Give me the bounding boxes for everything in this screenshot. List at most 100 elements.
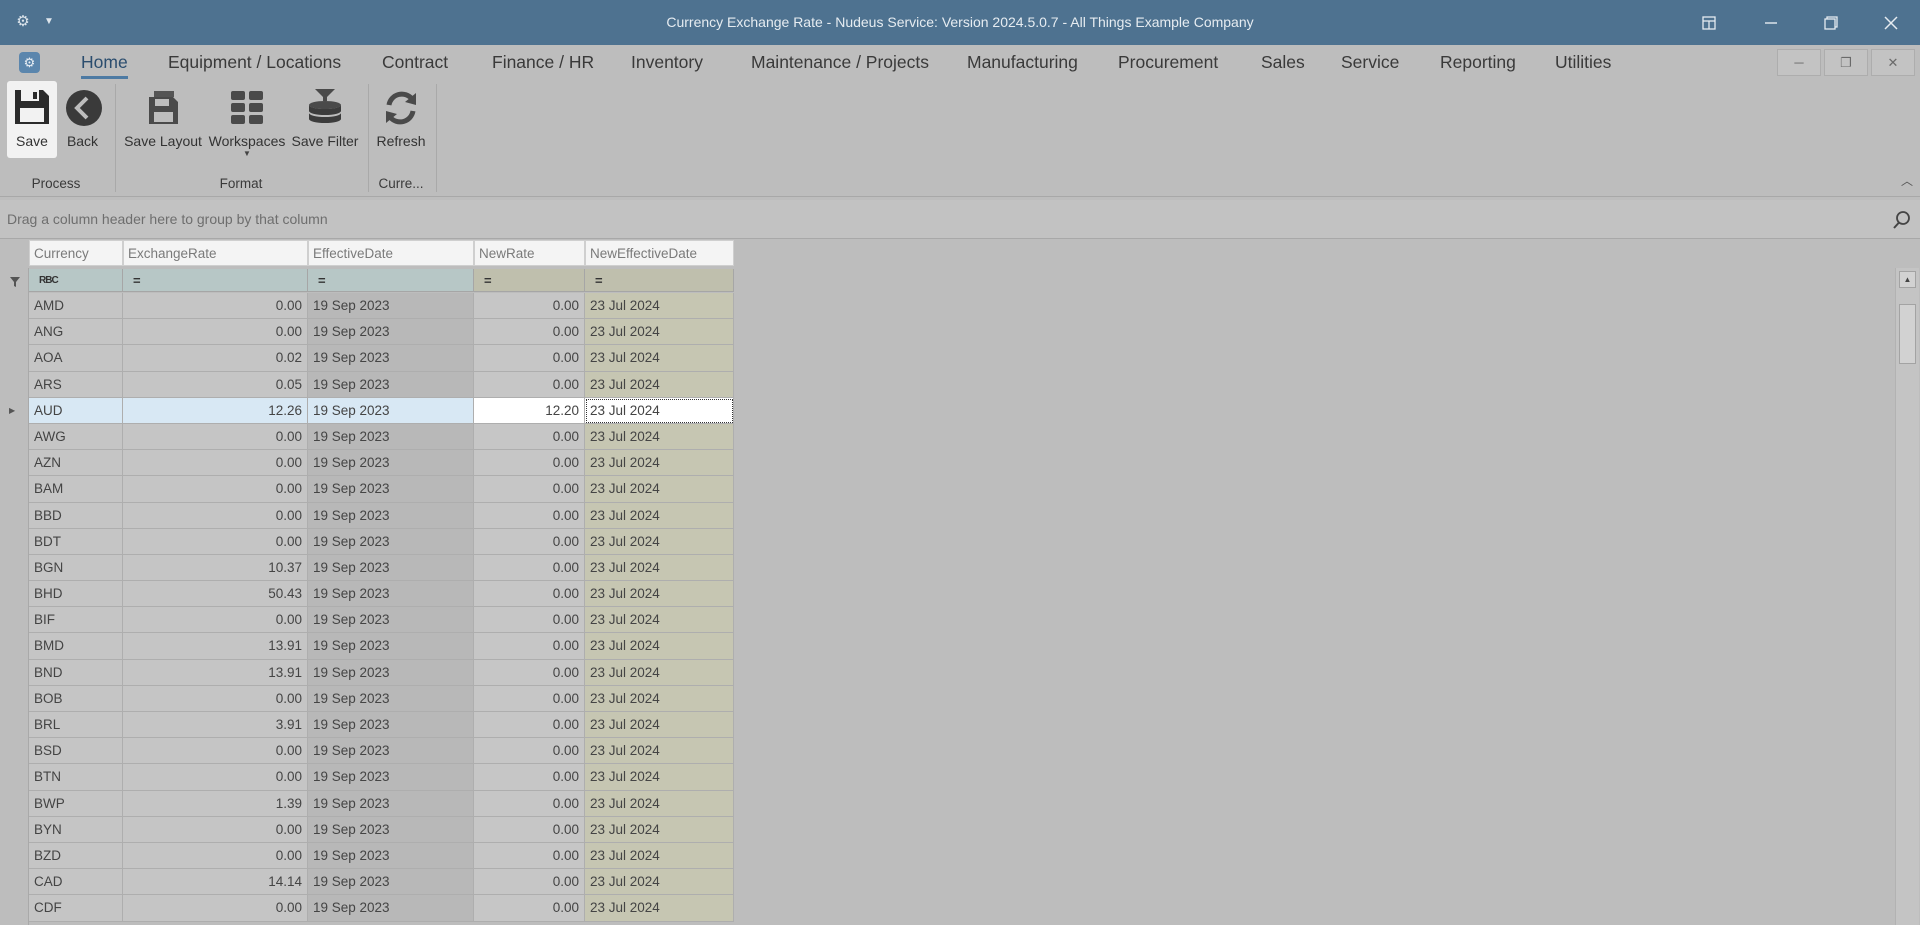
cell-new-rate[interactable]: 0.00 <box>474 450 585 477</box>
table-row[interactable]: BYN 0.00 19 Sep 2023 0.00 23 Jul 2024 <box>29 816 735 843</box>
cell-effective-date[interactable]: 19 Sep 2023 <box>308 476 474 503</box>
restore-icon[interactable] <box>1808 0 1854 45</box>
cell-new-effective-date[interactable]: 23 Jul 2024 <box>585 371 734 398</box>
cell-currency[interactable]: BWP <box>29 790 123 817</box>
cell-new-effective-date[interactable]: 23 Jul 2024 <box>585 712 734 739</box>
cell-currency[interactable]: AMD <box>29 293 123 320</box>
scroll-up-arrow-icon[interactable]: ▲ <box>1899 271 1916 288</box>
cell-currency[interactable]: BIF <box>29 607 123 634</box>
cell-new-effective-date[interactable]: 23 Jul 2024 <box>585 423 734 451</box>
cell-effective-date[interactable]: 19 Sep 2023 <box>308 895 474 922</box>
cell-effective-date[interactable]: 19 Sep 2023 <box>308 397 474 424</box>
cell-currency[interactable]: ANG <box>29 319 123 346</box>
cell-effective-date[interactable]: 19 Sep 2023 <box>308 423 474 451</box>
cell-exchange-rate[interactable]: 13.91 <box>123 659 308 686</box>
cell-new-rate[interactable]: 0.00 <box>474 633 585 660</box>
save-button[interactable]: Save <box>7 81 57 158</box>
cell-exchange-rate[interactable]: 0.00 <box>123 842 308 870</box>
cell-new-rate[interactable]: 0.00 <box>474 869 585 896</box>
cell-new-rate[interactable]: 0.00 <box>474 607 585 634</box>
filter-cell-new-rate[interactable]: = <box>474 269 585 292</box>
cell-effective-date[interactable]: 19 Sep 2023 <box>308 319 474 346</box>
cell-new-effective-date[interactable]: 23 Jul 2024 <box>585 345 734 372</box>
table-row[interactable]: BWP 1.39 19 Sep 2023 0.00 23 Jul 2024 <box>29 790 735 817</box>
table-row[interactable]: BOB 0.00 19 Sep 2023 0.00 23 Jul 2024 <box>29 685 735 712</box>
cell-currency[interactable]: BGN <box>29 554 123 582</box>
cell-new-effective-date[interactable]: 23 Jul 2024 <box>585 397 734 424</box>
cell-new-rate[interactable]: 0.00 <box>474 476 585 503</box>
cell-new-effective-date[interactable]: 23 Jul 2024 <box>585 842 734 870</box>
table-row[interactable]: ANG 0.00 19 Sep 2023 0.00 23 Jul 2024 <box>29 319 735 346</box>
cell-effective-date[interactable]: 19 Sep 2023 <box>308 816 474 843</box>
cell-new-effective-date[interactable]: 23 Jul 2024 <box>585 293 734 320</box>
mdi-close-button[interactable]: ✕ <box>1871 49 1915 76</box>
table-row[interactable]: BTN 0.00 19 Sep 2023 0.00 23 Jul 2024 <box>29 764 735 791</box>
cell-new-rate[interactable]: 0.00 <box>474 554 585 582</box>
cell-effective-date[interactable]: 19 Sep 2023 <box>308 554 474 582</box>
close-icon[interactable] <box>1868 0 1914 45</box>
cell-new-rate[interactable]: 0.00 <box>474 712 585 739</box>
cell-exchange-rate[interactable]: 12.26 <box>123 397 308 424</box>
tab-inventory[interactable]: Inventory <box>631 45 703 80</box>
group-by-panel[interactable]: Drag a column header here to group by th… <box>0 200 1920 239</box>
cell-new-rate[interactable]: 0.00 <box>474 895 585 922</box>
cell-effective-date[interactable]: 19 Sep 2023 <box>308 842 474 870</box>
table-row[interactable]: BBD 0.00 19 Sep 2023 0.00 23 Jul 2024 <box>29 502 735 529</box>
cell-exchange-rate[interactable]: 3.91 <box>123 712 308 739</box>
table-row[interactable]: BRL 3.91 19 Sep 2023 0.00 23 Jul 2024 <box>29 712 735 739</box>
cell-new-effective-date[interactable]: 23 Jul 2024 <box>585 476 734 503</box>
tab-contract[interactable]: Contract <box>382 45 448 80</box>
workspaces-button[interactable]: Workspaces ▼ <box>208 81 286 158</box>
table-row[interactable]: AMD 0.00 19 Sep 2023 0.00 23 Jul 2024 <box>29 293 735 320</box>
cell-new-rate[interactable]: 0.00 <box>474 816 585 843</box>
filter-cell-new-effective-date[interactable]: = <box>585 269 734 292</box>
cell-exchange-rate[interactable]: 0.02 <box>123 345 308 372</box>
cell-exchange-rate[interactable]: 14.14 <box>123 869 308 896</box>
table-row[interactable]: AOA 0.02 19 Sep 2023 0.00 23 Jul 2024 <box>29 345 735 372</box>
cell-exchange-rate[interactable]: 0.00 <box>123 423 308 451</box>
cell-currency[interactable]: BZD <box>29 842 123 870</box>
cell-exchange-rate[interactable]: 1.39 <box>123 790 308 817</box>
cell-new-rate[interactable]: 0.00 <box>474 319 585 346</box>
cell-exchange-rate[interactable]: 0.00 <box>123 895 308 922</box>
cell-new-effective-date[interactable]: 23 Jul 2024 <box>585 790 734 817</box>
cell-new-effective-date[interactable]: 23 Jul 2024 <box>585 659 734 686</box>
filter-cell-effective-date[interactable]: = <box>308 269 474 292</box>
cell-currency[interactable]: AUD <box>29 397 123 424</box>
cell-exchange-rate[interactable]: 0.00 <box>123 476 308 503</box>
cell-new-effective-date[interactable]: 23 Jul 2024 <box>585 607 734 634</box>
cell-currency[interactable]: CAD <box>29 869 123 896</box>
filter-cell-exchange-rate[interactable]: = <box>123 269 308 292</box>
cell-currency[interactable]: AOA <box>29 345 123 372</box>
cell-new-rate[interactable]: 0.00 <box>474 790 585 817</box>
cell-currency[interactable]: CDF <box>29 895 123 922</box>
cell-exchange-rate[interactable]: 0.05 <box>123 371 308 398</box>
cell-new-rate[interactable]: 0.00 <box>474 423 585 451</box>
cell-new-effective-date[interactable]: 23 Jul 2024 <box>585 450 734 477</box>
back-button[interactable]: Back <box>60 81 105 158</box>
cell-effective-date[interactable]: 19 Sep 2023 <box>308 764 474 791</box>
cell-currency[interactable]: AZN <box>29 450 123 477</box>
cell-exchange-rate[interactable]: 0.00 <box>123 293 308 320</box>
cell-currency[interactable]: AWG <box>29 423 123 451</box>
column-header-new-rate[interactable]: NewRate <box>474 240 585 266</box>
cell-currency[interactable]: BRL <box>29 712 123 739</box>
cell-new-rate[interactable]: 12.20 <box>474 397 585 424</box>
table-row[interactable]: AWG 0.00 19 Sep 2023 0.00 23 Jul 2024 <box>29 423 735 451</box>
cell-exchange-rate[interactable]: 0.00 <box>123 528 308 555</box>
cell-currency[interactable]: BYN <box>29 816 123 843</box>
cell-effective-date[interactable]: 19 Sep 2023 <box>308 450 474 477</box>
cell-new-effective-date[interactable]: 23 Jul 2024 <box>585 685 734 712</box>
cell-effective-date[interactable]: 19 Sep 2023 <box>308 607 474 634</box>
cell-effective-date[interactable]: 19 Sep 2023 <box>308 869 474 896</box>
cell-new-rate[interactable]: 0.00 <box>474 528 585 555</box>
cell-effective-date[interactable]: 19 Sep 2023 <box>308 633 474 660</box>
cell-currency[interactable]: BMD <box>29 633 123 660</box>
cell-new-rate[interactable]: 0.00 <box>474 738 585 765</box>
cell-effective-date[interactable]: 19 Sep 2023 <box>308 345 474 372</box>
filter-cell-currency[interactable]: RBC <box>29 269 123 292</box>
tab-utilities[interactable]: Utilities <box>1555 45 1611 80</box>
cell-currency[interactable]: BOB <box>29 685 123 712</box>
tab-procurement[interactable]: Procurement <box>1118 45 1218 80</box>
column-header-exchange-rate[interactable]: ExchangeRate <box>123 240 308 266</box>
